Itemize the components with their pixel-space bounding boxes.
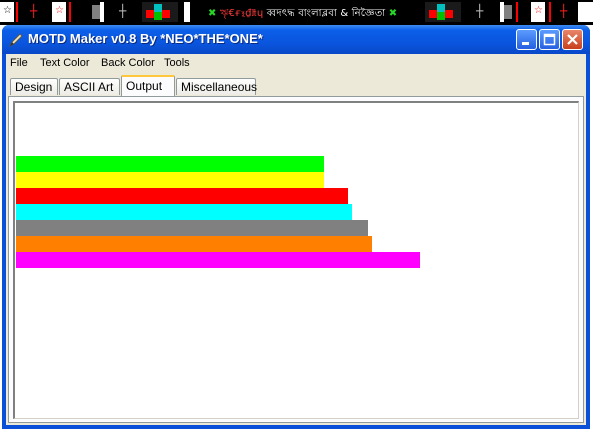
close-icon: [567, 34, 578, 45]
tab-ascii-art[interactable]: ASCII Art: [59, 78, 120, 95]
client-area: File Text Color Back Color Tools Design …: [6, 54, 586, 425]
cross-icon: ┼: [30, 4, 38, 18]
strip-block: [184, 2, 190, 22]
maximize-button[interactable]: [539, 29, 560, 50]
tab-panel-output: [8, 96, 584, 423]
strip-block: [445, 10, 453, 18]
menu-file[interactable]: File: [10, 57, 28, 69]
strip-block: [429, 10, 437, 18]
strip-block: [504, 5, 512, 19]
menu-bar: File Text Color Back Color Tools: [6, 54, 586, 73]
strip-block: [516, 2, 518, 22]
tab-design[interactable]: Design: [10, 78, 58, 95]
pencil-icon: [8, 33, 23, 48]
tab-output[interactable]: Output: [121, 75, 175, 96]
color-bar: [16, 188, 348, 204]
motd-preview-strip: ☆ ┼ ☆ ┼ ✖ ৠ€ғⲝ₫₶ɥ ব্বদৎদ্ধ বাংলাব্লবা & …: [0, 0, 593, 25]
star-icon: ☆: [3, 5, 12, 16]
tab-miscellaneous[interactable]: Miscellaneous: [176, 78, 257, 95]
color-bar: [16, 236, 372, 252]
output-preview[interactable]: [13, 101, 579, 419]
strip-block: [146, 10, 154, 18]
cross-icon: ┼: [476, 4, 484, 18]
minimize-icon: [522, 42, 529, 45]
strip-block: [100, 2, 104, 22]
strip-block: [437, 4, 445, 12]
menu-back-color[interactable]: Back Color: [101, 57, 155, 69]
maximize-icon: [543, 33, 556, 46]
strip-block: [16, 2, 18, 22]
color-bar: [16, 172, 324, 188]
menu-text-color[interactable]: Text Color: [40, 57, 90, 69]
strip-block: [578, 2, 593, 22]
x-mark-icon: ✖: [388, 8, 398, 19]
strip-block: [154, 4, 162, 12]
title-bar[interactable]: MOTD Maker v0.8 By *NEO*THE*ONE*: [2, 25, 590, 54]
color-bar: [16, 156, 324, 172]
strip-text-part: ব্বদৎদ্ধ বাংলাব্লবা & নিজ্ঞৈতা: [266, 8, 386, 19]
strip-block: [437, 12, 445, 20]
strip-text-part: ৠ€ғⲝ₫₶ɥ: [219, 8, 264, 19]
app-window: MOTD Maker v0.8 By *NEO*THE*ONE* File Te…: [2, 25, 590, 429]
star-icon: ☆: [534, 5, 543, 16]
close-button[interactable]: [562, 29, 583, 50]
minimize-button[interactable]: [516, 29, 537, 50]
star-icon: ☆: [55, 5, 64, 16]
strip-block: [154, 12, 162, 20]
x-mark-icon: ✖: [208, 8, 217, 19]
cross-icon: ┼: [119, 4, 127, 18]
strip-block: [92, 5, 100, 19]
menu-tools[interactable]: Tools: [164, 57, 190, 69]
tab-strip: Design ASCII Art Output Miscellaneous: [8, 75, 584, 97]
window-title: MOTD Maker v0.8 By *NEO*THE*ONE*: [28, 31, 263, 46]
strip-block: [549, 2, 551, 22]
color-bar: [16, 252, 420, 268]
strip-message: ✖ ৠ€ғⲝ₫₶ɥ ব্বদৎদ্ধ বাংলাব্লবা & নিজ্ঞৈতা…: [208, 6, 397, 23]
color-bar: [16, 204, 352, 220]
strip-block: [162, 10, 170, 18]
cross-icon: ┼: [560, 4, 568, 18]
color-bar: [16, 220, 368, 236]
strip-block: [69, 2, 71, 22]
